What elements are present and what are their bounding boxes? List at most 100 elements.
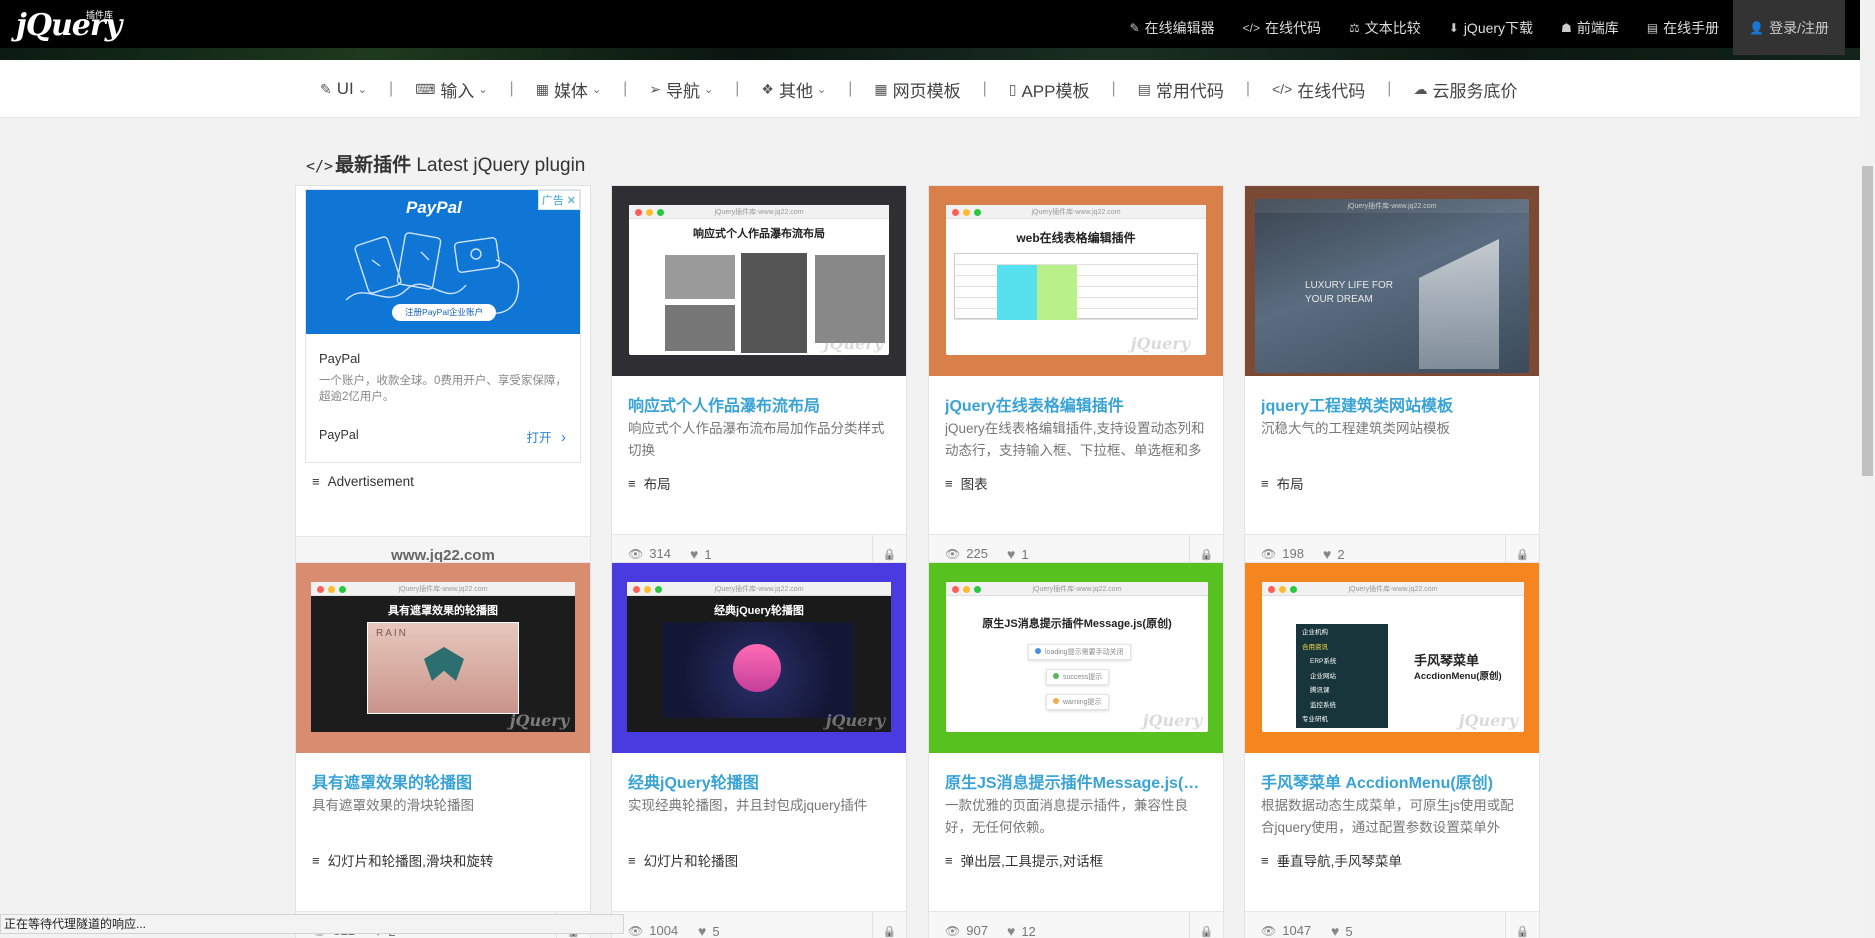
jquery-watermark: jQuery [1458,711,1518,730]
like-count[interactable]: ♥2 [1323,546,1345,562]
lock-icon: 🔒 [1515,926,1530,938]
card-title[interactable]: 原生JS消息提示插件Message.js(原创) [945,769,1215,793]
card-footer: 👁 1004 ♥ 5 🔒 [612,911,906,938]
nav-separator: | [509,80,514,97]
chevron-down-icon: ⌄ [591,83,602,96]
like-count[interactable]: ♥ 1 [690,546,712,562]
card-tag[interactable]: ≡ 垂直导航,手风琴菜单 [1261,850,1402,870]
preview-window: jQuery插件库-www.jq22.com 经典jQuery轮播图 jQuery [627,582,891,732]
topnav-item-5[interactable]: ▤ 在线手册 [1633,0,1733,55]
list-icon: ≡ [628,475,636,491]
card-title[interactable]: 具有遮罩效果的轮播图 [312,769,582,793]
lock-icon: 🔒 [1515,549,1530,561]
card-title[interactable]: 经典jQuery轮播图 [628,769,898,793]
card-title[interactable]: 手风琴菜单 AccdionMenu(原创) [1261,769,1531,793]
card-tag[interactable]: ≡ 布局 [1261,473,1304,493]
card-title[interactable]: 响应式个人作品瀑布流布局 [628,392,898,416]
card-tag[interactable]: ≡ 布局 [628,473,671,493]
topnav-item-0[interactable]: ✎ 在线编辑器 [1116,0,1229,55]
user-icon: 👤 [1749,20,1765,35]
plugin-card[interactable]: jQuery插件库-www.jq22.com 具有遮罩效果的轮播图 RAIN jQue… [295,562,591,938]
list-icon: ≡ [312,852,320,868]
plugin-card[interactable]: jQuery插件库-www.jq22.com 经典jQuery轮播图 jQuery 经… [611,562,907,938]
category-item-4[interactable]: ❖ 其他 ⌄ [761,77,826,102]
category-item-1[interactable]: ⌨ 输入 ⌄ [415,77,487,102]
card-thumbnail[interactable]: jQuery插件库-www.jq22.com web在线表格编辑插件 jQuery [929,186,1223,376]
brush-icon: ✎ [320,80,332,97]
card-title[interactable]: jquery工程建筑类网站模板 [1261,392,1531,416]
category-item-2[interactable]: ▦ 媒体 ⌄ [536,77,601,102]
card-title[interactable]: jQuery在线表格编辑插件 [945,392,1215,416]
card-tag[interactable]: ≡ 弹出层,工具提示,对话框 [945,850,1103,870]
topnav-item-3[interactable]: ⬇ jQuery下载 [1435,0,1547,55]
nav-separator: | [982,80,987,97]
lock-button[interactable]: 🔒 [1505,912,1539,938]
paypal-ad[interactable]: PayPal 注册PayPal企业账户 广告 ✕ PayPal 一个账户，收款全… [305,189,581,463]
grid-icon: ▦ [874,80,888,97]
category-item-5[interactable]: ▦ 网页模板 [874,77,960,102]
preview-window: jQuery插件库-www.jq22.com 原生JS消息提示插件Message.… [946,582,1208,732]
card-tag[interactable]: ≡ 幻灯片和轮播图 [628,850,738,870]
heart-icon: ♥ [690,546,699,562]
view-count: 👁 1004 [628,923,679,938]
jquery-watermark: jQuery [1130,334,1190,353]
plugin-card[interactable]: jQuery插件库-www.jq22.com LUXURY LIFE FOR YO… [1244,185,1540,575]
jquery-watermark: jQuery [823,334,883,353]
plugin-card[interactable]: jQuery插件库-www.jq22.com 响应式个人作品瀑布流布局 jQuery… [611,185,907,575]
like-count[interactable]: ♥ 12 [1007,923,1036,938]
heart-icon: ♥ [1007,923,1016,938]
card-tag[interactable]: ≡ 幻灯片和轮播图,滑块和旋转 [312,850,493,870]
category-nav: ✎ UI ⌄ | ⌨ 输入 ⌄ | ▦ 媒体 ⌄ | ➢ 导航 ⌄ | ❖ 其他 ⌄ | ▦ 网页模板 | ▯ APP模板 | ▤ 常… [0,60,1860,118]
card-thumbnail[interactable]: jQuery插件库-www.jq22.com 企业机构 合用资讯 ERP系统 企业网站腾… [1245,563,1539,753]
nav-separator: | [1245,80,1251,97]
ad-banner[interactable]: PayPal 注册PayPal企业账户 [306,190,580,334]
view-count: 👁 314 [628,546,671,561]
lock-icon: 🔒 [882,926,897,938]
category-item-9[interactable]: ☁ 云服务底价 [1413,77,1517,102]
ad-brand: PayPal [319,428,359,442]
card-thumbnail[interactable]: jQuery插件库-www.jq22.com LUXURY LIFE FOR YO… [1245,186,1539,376]
card-thumbnail[interactable]: jQuery插件库-www.jq22.com 响应式个人作品瀑布流布局 jQuery [612,186,906,376]
category-item-8[interactable]: </> 在线代码 [1272,77,1365,102]
ad-label[interactable]: 广告 ✕ [537,190,580,210]
card-thumbnail[interactable]: jQuery插件库-www.jq22.com 原生JS消息提示插件Message.… [929,563,1223,753]
close-icon[interactable]: ✕ [567,194,576,207]
eye-icon: 👁 [1261,546,1277,561]
like-count[interactable]: ♥ 1 [1007,546,1029,562]
login-register-button[interactable]: 👤 登录/注册 [1733,0,1845,55]
lock-button[interactable]: 🔒 [872,912,906,938]
category-item-0[interactable]: ✎ UI ⌄ [320,79,367,99]
category-item-6[interactable]: ▯ APP模板 [1009,77,1090,102]
chevron-right-icon: › [561,429,566,446]
category-item-3[interactable]: ➢ 导航 ⌄ [649,77,713,102]
section-title: </> 最新插件 Latest jQuery plugin [306,155,586,176]
nav-separator: | [735,80,740,97]
card-tag[interactable]: ≡ 图表 [945,473,988,493]
edit-icon: ✎ [1129,20,1140,35]
like-count[interactable]: ♥ 5 [1331,923,1353,938]
list-icon: ≡ [628,852,636,868]
card-thumbnail[interactable]: jQuery插件库-www.jq22.com 具有遮罩效果的轮播图 RAIN jQue… [296,563,590,753]
card-footer: 👁 907 ♥ 12 🔒 [929,911,1223,938]
lock-icon: 🔒 [882,549,897,561]
topnav-item-2[interactable]: ⚖ 文本比较 [1335,0,1435,55]
plugin-card[interactable]: jQuery插件库-www.jq22.com web在线表格编辑插件 jQuery j… [928,185,1224,575]
topnav-item-1[interactable]: </> 在线代码 [1229,0,1335,55]
ad-name: PayPal [319,351,361,366]
scrollbar-thumb[interactable] [1862,166,1873,476]
ad-open-link[interactable]: 打开 › [527,427,567,446]
site-logo[interactable]: jQuery 插件库 [16,6,126,46]
code-icon: </> [306,157,334,175]
category-item-7[interactable]: ▤ 常用代码 [1138,77,1224,102]
like-count[interactable]: ♥ 5 [698,923,720,938]
scrollbar[interactable] [1860,0,1875,938]
top-nav: ✎ 在线编辑器 </> 在线代码 ⚖ 文本比较 ⬇ jQuery下载 ☗ 前端库 ▤ 在线手册 👤 登录/… [1116,0,1845,55]
card-thumbnail[interactable]: jQuery插件库-www.jq22.com 经典jQuery轮播图 jQuery [612,563,906,753]
plugin-card[interactable]: jQuery插件库-www.jq22.com 原生JS消息提示插件Message.… [928,562,1224,938]
plugin-card[interactable]: jQuery插件库-www.jq22.com 企业机构 合用资讯 ERP系统 企业网站腾… [1244,562,1540,938]
eye-icon: 👁 [945,923,961,938]
topnav-item-4[interactable]: ☗ 前端库 [1547,0,1633,55]
ad-register-button[interactable]: 注册PayPal企业账户 [392,304,496,321]
lock-button[interactable]: 🔒 [1189,912,1223,938]
card-tag: ≡ Advertisement [312,474,414,489]
